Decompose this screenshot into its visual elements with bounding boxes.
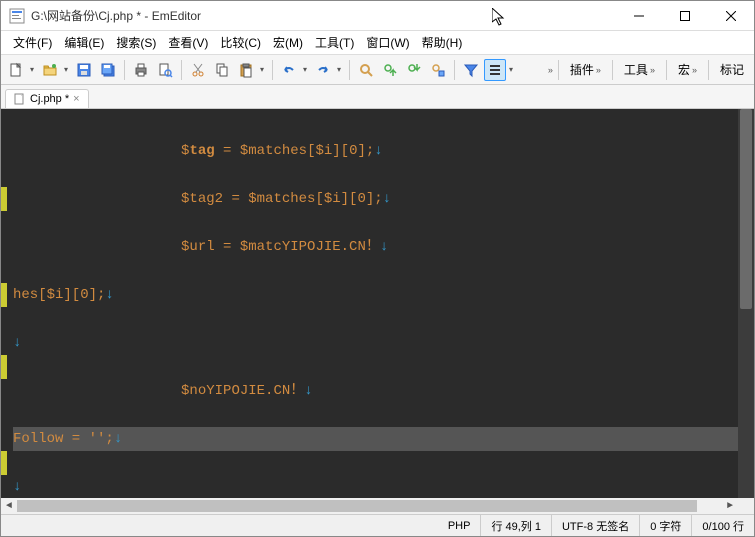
paste-button[interactable]: [235, 59, 257, 81]
menu-macro[interactable]: 宏(M): [267, 31, 309, 54]
toolbar-overflow[interactable]: »: [548, 65, 553, 75]
editor[interactable]: $tag = $matches[$i][0];↓ $tag2 = $matche…: [1, 109, 754, 514]
replace-button[interactable]: [427, 59, 449, 81]
status-chars: 0 字符: [640, 515, 692, 536]
scroll-corner: [738, 498, 754, 514]
tab-close-icon[interactable]: ×: [73, 93, 79, 105]
find-next-button[interactable]: [403, 59, 425, 81]
menu-compare[interactable]: 比较(C): [214, 31, 267, 54]
menubar: 文件(F) 编辑(E) 搜索(S) 查看(V) 比较(C) 宏(M) 工具(T)…: [1, 31, 754, 55]
separator: [666, 60, 667, 80]
app-icon: [9, 8, 25, 24]
wrap-button[interactable]: [484, 59, 506, 81]
status-encoding[interactable]: UTF-8 无签名: [552, 515, 640, 536]
maximize-button[interactable]: [662, 1, 708, 31]
find-prev-button[interactable]: [379, 59, 401, 81]
separator: [708, 60, 709, 80]
scrollbar-thumb[interactable]: [740, 109, 752, 309]
panel-plugins[interactable]: 插件»: [564, 59, 607, 80]
tabbar: Cj.php * ×: [1, 85, 754, 109]
separator: [272, 60, 273, 80]
separator: [612, 60, 613, 80]
redo-button[interactable]: [312, 59, 334, 81]
menu-window[interactable]: 窗口(W): [360, 31, 415, 54]
window-controls: [616, 1, 754, 31]
scroll-right-icon[interactable]: ►: [722, 498, 738, 514]
copy-button[interactable]: [211, 59, 233, 81]
open-button[interactable]: [39, 59, 61, 81]
find-button[interactable]: [355, 59, 377, 81]
menu-file[interactable]: 文件(F): [7, 31, 58, 54]
tab-cj-php[interactable]: Cj.php * ×: [5, 89, 89, 108]
separator: [558, 60, 559, 80]
separator: [181, 60, 182, 80]
menu-edit[interactable]: 编辑(E): [58, 31, 110, 54]
separator: [454, 60, 455, 80]
new-dropdown[interactable]: ▾: [27, 65, 37, 74]
panel-macro[interactable]: 宏»: [672, 59, 703, 80]
separator: [349, 60, 350, 80]
print-preview-button[interactable]: [154, 59, 176, 81]
scroll-left-icon[interactable]: ◄: [1, 498, 17, 514]
scrollbar-thumb[interactable]: [17, 500, 697, 512]
save-all-button[interactable]: [97, 59, 119, 81]
separator: [124, 60, 125, 80]
file-icon: [14, 93, 26, 105]
scrollbar-vertical[interactable]: [738, 109, 754, 498]
gutter: [1, 109, 11, 498]
minimize-button[interactable]: [616, 1, 662, 31]
scrollbar-horizontal[interactable]: ◄ ►: [1, 498, 738, 514]
toolbar: ▾ ▾ ▾ ▾ ▾ ▾ » 插件» 工具» 宏» 标记: [1, 55, 754, 85]
close-button[interactable]: [708, 1, 754, 31]
window-title: G:\网站备份\Cj.php * - EmEditor: [31, 7, 616, 24]
redo-dropdown[interactable]: ▾: [334, 65, 344, 74]
statusbar: PHP 行 49,列 1 UTF-8 无签名 0 字符 0/100 行: [1, 514, 754, 536]
undo-dropdown[interactable]: ▾: [300, 65, 310, 74]
status-language[interactable]: PHP: [438, 515, 482, 536]
tab-label: Cj.php *: [30, 93, 69, 105]
titlebar: G:\网站备份\Cj.php * - EmEditor: [1, 1, 754, 31]
status-position[interactable]: 行 49,列 1: [481, 515, 552, 536]
open-dropdown[interactable]: ▾: [61, 65, 71, 74]
wrap-dropdown[interactable]: ▾: [506, 65, 516, 74]
status-lines: 0/100 行: [692, 515, 754, 536]
menu-tools[interactable]: 工具(T): [309, 31, 360, 54]
panel-tools[interactable]: 工具»: [618, 59, 661, 80]
menu-view[interactable]: 查看(V): [162, 31, 214, 54]
undo-button[interactable]: [278, 59, 300, 81]
new-button[interactable]: [5, 59, 27, 81]
filter-button[interactable]: [460, 59, 482, 81]
cut-button[interactable]: [187, 59, 209, 81]
code-area[interactable]: $tag = $matches[$i][0];↓ $tag2 = $matche…: [13, 109, 738, 498]
print-button[interactable]: [130, 59, 152, 81]
panel-marker[interactable]: 标记: [714, 59, 750, 80]
menu-help[interactable]: 帮助(H): [416, 31, 469, 54]
save-button[interactable]: [73, 59, 95, 81]
paste-dropdown[interactable]: ▾: [257, 65, 267, 74]
menu-search[interactable]: 搜索(S): [110, 31, 162, 54]
